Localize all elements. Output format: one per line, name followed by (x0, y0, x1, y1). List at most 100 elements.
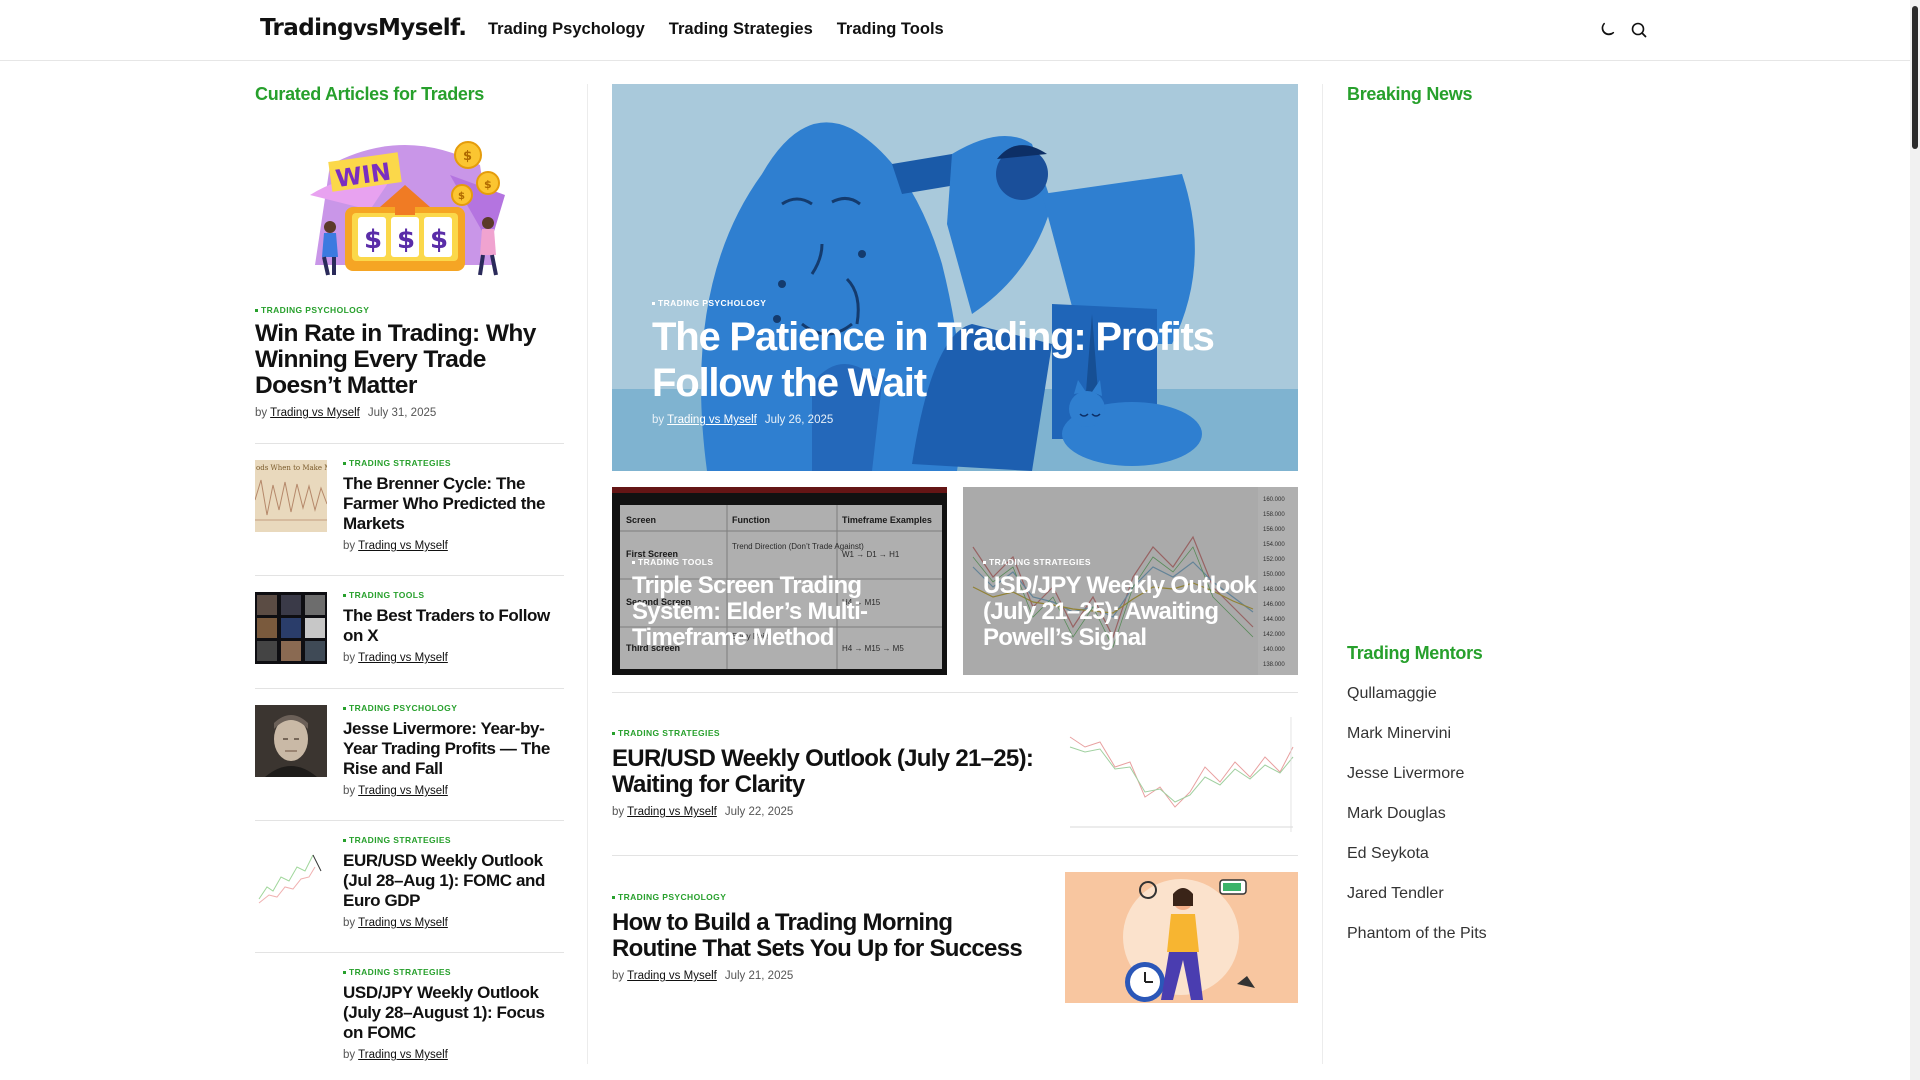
article-category[interactable]: TRADING PSYCHOLOGY (255, 305, 564, 315)
article-meta: by Trading vs Myself July 26, 2025 (652, 414, 1272, 426)
article-title[interactable]: EUR/USD Weekly Outlook (July 21–25): Wai… (612, 746, 1042, 798)
article-category[interactable]: TRADING PSYCHOLOGY (343, 703, 564, 713)
mentor-link[interactable]: Jared Tendler (1347, 884, 1487, 924)
thumbnail-caption: ods When to Make M (256, 464, 327, 472)
slot-dollar-3: $ (430, 225, 448, 255)
card-title[interactable]: Triple Screen Trading System: Elder’s Mu… (632, 573, 932, 651)
article-meta: by Trading vs Myself (343, 1049, 564, 1061)
byline-prefix: by (343, 917, 356, 929)
byline-prefix: by (343, 652, 356, 664)
article-thumbnail[interactable]: ods When to Make M (255, 460, 327, 532)
card-triple-screen[interactable]: Screen Function Timeframe Examples First… (612, 487, 947, 675)
list-item[interactable]: TRADING PSYCHOLOGY How to Build a Tradin… (612, 892, 1042, 982)
search-icon[interactable] (1629, 20, 1649, 40)
mentor-link[interactable]: Mark Minervini (1347, 724, 1487, 764)
article-category[interactable]: TRADING STRATEGIES (612, 728, 1042, 738)
list-item[interactable]: TRADING STRATEGIES EUR/USD Weekly Outloo… (612, 728, 1042, 818)
article-category[interactable]: TRADING TOOLS (343, 590, 564, 600)
logo-text-main: Trading (260, 15, 354, 41)
article-title[interactable]: Jesse Livermore: Year-by-Year Trading Pr… (343, 719, 564, 779)
mentor-link[interactable]: Qullamaggie (1347, 684, 1487, 724)
site-header: TradingvsMyself. Trading Psychology Trad… (0, 0, 1910, 61)
page-scrollbar[interactable] (1910, 0, 1920, 1080)
article-meta: by Trading vs Myself July 31, 2025 (255, 407, 564, 419)
slot-dollar-2: $ (397, 225, 415, 255)
mentor-link[interactable]: Ed Seykota (1347, 844, 1487, 884)
article-category[interactable]: TRADING STRATEGIES (343, 835, 564, 845)
article-title[interactable]: Win Rate in Trading: Why Winning Every T… (255, 321, 564, 399)
list-item[interactable]: ods When to Make M TRADING STRATEGIES Th… (255, 443, 564, 575)
article-date: July 21, 2025 (724, 970, 794, 982)
article-meta: by Trading vs Myself (343, 917, 564, 929)
list-item[interactable]: TRADING TOOLS The Best Traders to Follow… (255, 575, 564, 688)
card-title[interactable]: USD/JPY Weekly Outlook (July 21–25): Awa… (983, 573, 1283, 651)
author-link[interactable]: Trading vs Myself (358, 785, 448, 797)
article-meta: by Trading vs Myself (343, 540, 564, 552)
win-rate-illustration[interactable]: $ $ $ WIN $ $ $ (290, 135, 520, 285)
article-thumbnail[interactable] (255, 969, 327, 1041)
article-title[interactable]: The Brenner Cycle: The Farmer Who Predic… (343, 474, 564, 534)
author-link[interactable]: Trading vs Myself (358, 917, 448, 929)
list-item[interactable]: TRADING STRATEGIES EUR/USD Weekly Outloo… (255, 820, 564, 952)
column-divider-right (1322, 84, 1323, 1064)
site-logo[interactable]: TradingvsMyself. (260, 15, 467, 41)
svg-text:$: $ (484, 178, 492, 191)
article-title[interactable]: USD/JPY Weekly Outlook (July 28–August 1… (343, 983, 564, 1043)
article-thumbnail[interactable] (255, 837, 327, 909)
article-category[interactable]: TRADING STRATEGIES (343, 458, 564, 468)
nav-trading-psychology[interactable]: Trading Psychology (488, 20, 645, 39)
article-title[interactable]: How to Build a Trading Morning Routine T… (612, 910, 1042, 962)
hero-article-patience[interactable]: TRADING PSYCHOLOGY The Patience in Tradi… (612, 84, 1298, 471)
article-thumbnail[interactable] (1065, 872, 1298, 1003)
main-nav: Trading Psychology Trading Strategies Tr… (488, 20, 944, 39)
byline-prefix: by (343, 540, 356, 552)
article-category[interactable]: TRADING PSYCHOLOGY (612, 892, 1042, 902)
byline-prefix: by (343, 785, 356, 797)
column-divider-left (587, 84, 588, 1064)
author-link[interactable]: Trading vs Myself (667, 414, 757, 426)
mentor-link[interactable]: Jesse Livermore (1347, 764, 1487, 804)
article-date: July 31, 2025 (367, 407, 437, 419)
mentor-link[interactable]: Mark Douglas (1347, 804, 1487, 844)
list-item[interactable]: TRADING STRATEGIES USD/JPY Weekly Outloo… (255, 952, 564, 1072)
article-category[interactable]: TRADING STRATEGIES (343, 967, 564, 977)
breaking-news-title: Breaking News (1347, 84, 1473, 104)
scrollbar-thumb[interactable] (1912, 6, 1918, 149)
author-link[interactable]: Trading vs Myself (270, 407, 360, 419)
slot-dollar-1: $ (364, 225, 382, 255)
list-item[interactable]: TRADING PSYCHOLOGY Jesse Livermore: Year… (255, 688, 564, 820)
article-date: July 26, 2025 (764, 414, 834, 426)
mentor-link[interactable]: Phantom of the Pits (1347, 924, 1487, 964)
author-link[interactable]: Trading vs Myself (627, 806, 717, 818)
author-link[interactable]: Trading vs Myself (627, 970, 717, 982)
byline-prefix: by (255, 407, 268, 419)
curated-articles-title: Curated Articles for Traders (255, 84, 485, 104)
trading-mentors-title: Trading Mentors (1347, 643, 1483, 663)
article-thumbnail[interactable] (255, 592, 327, 664)
svg-text:$: $ (463, 149, 472, 164)
logo-text-vs: vs (353, 16, 379, 40)
list-divider (612, 855, 1298, 856)
author-link[interactable]: Trading vs Myself (358, 652, 448, 664)
mentors-list: Qullamaggie Mark Minervini Jesse Livermo… (1347, 684, 1487, 964)
article-category[interactable]: TRADING PSYCHOLOGY (652, 298, 1272, 308)
moon-icon[interactable] (1597, 20, 1617, 40)
card-usdjpy-outlook[interactable]: 160.000 158.000 156.000 154.000 152.000 … (963, 487, 1298, 675)
list-divider (612, 692, 1298, 693)
article-meta: by Trading vs Myself July 22, 2025 (612, 806, 1042, 818)
article-thumbnail[interactable] (255, 705, 327, 777)
author-link[interactable]: Trading vs Myself (358, 1049, 448, 1061)
article-title[interactable]: EUR/USD Weekly Outlook (Jul 28–Aug 1): F… (343, 851, 564, 911)
article-title[interactable]: The Best Traders to Follow on X (343, 606, 564, 646)
author-link[interactable]: Trading vs Myself (358, 540, 448, 552)
byline-prefix: by (612, 970, 625, 982)
nav-trading-strategies[interactable]: Trading Strategies (669, 20, 813, 39)
hero-title[interactable]: The Patience in Trading: Profits Follow … (652, 314, 1272, 406)
nav-trading-tools[interactable]: Trading Tools (837, 20, 944, 39)
article-meta: by Trading vs Myself (343, 785, 564, 797)
article-thumbnail[interactable] (1065, 707, 1298, 838)
byline-prefix: by (612, 806, 625, 818)
article-category[interactable]: TRADING TOOLS (632, 557, 932, 567)
featured-article-win-rate[interactable]: TRADING PSYCHOLOGY Win Rate in Trading: … (255, 305, 564, 419)
article-category[interactable]: TRADING STRATEGIES (983, 557, 1283, 567)
